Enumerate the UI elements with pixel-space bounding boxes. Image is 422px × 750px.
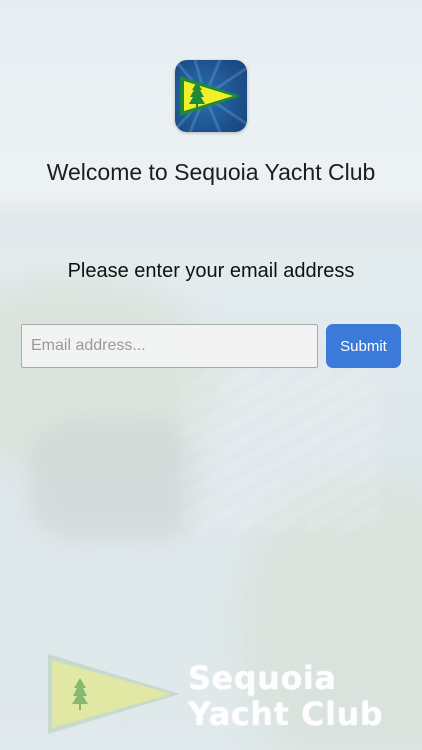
- app-logo-icon: [175, 60, 247, 132]
- burgee-flag-icon: [175, 60, 247, 132]
- watermark-logo-text: Sequoia Yacht Club: [188, 660, 383, 732]
- email-prompt: Please enter your email address: [67, 260, 355, 282]
- watermark-tree-icon: [72, 678, 88, 710]
- welcome-title: Welcome to Sequoia Yacht Club: [46, 159, 376, 185]
- email-input[interactable]: [21, 324, 318, 368]
- watermark-line1: Sequoia: [188, 659, 337, 697]
- watermark-line2: Yacht Club: [188, 695, 384, 733]
- watermark-flag-icon: [52, 660, 172, 728]
- submit-button[interactable]: Submit: [326, 324, 401, 368]
